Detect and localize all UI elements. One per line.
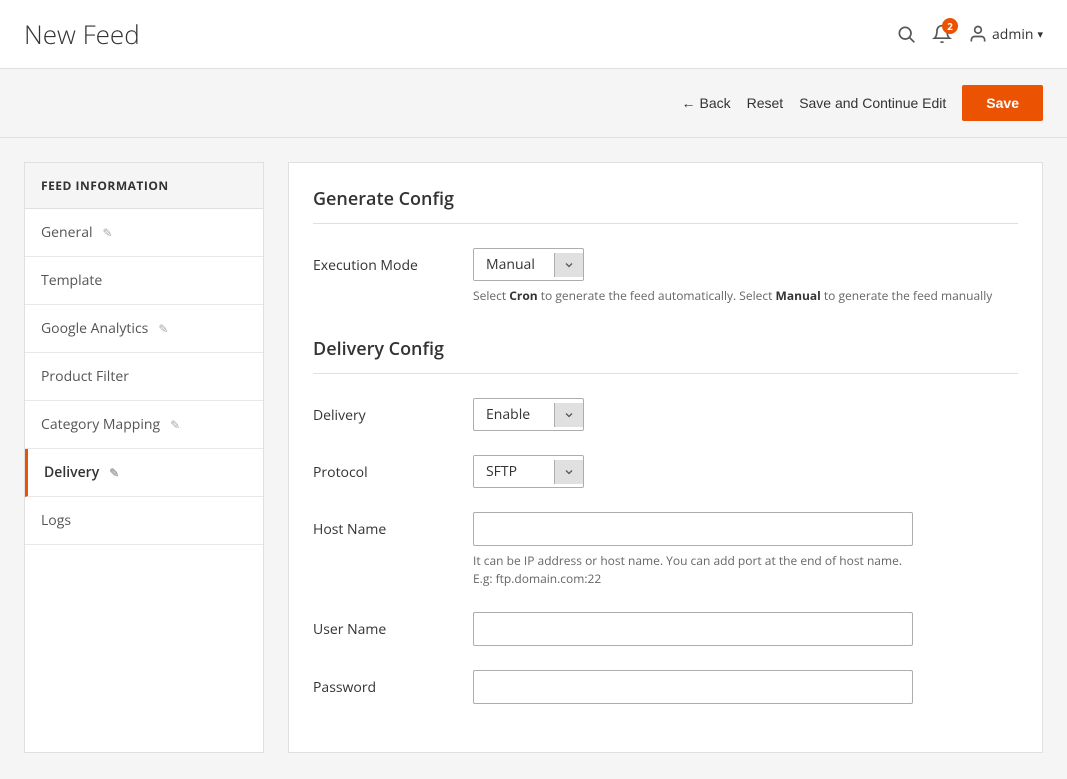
password-input[interactable] bbox=[473, 670, 913, 704]
sidebar-item-logs-label: Logs bbox=[41, 511, 71, 530]
sidebar-item-delivery-label: Delivery bbox=[44, 463, 99, 482]
sidebar-item-product-filter-label: Product Filter bbox=[41, 367, 129, 386]
save-continue-button[interactable]: Save and Continue Edit bbox=[799, 95, 946, 111]
host-name-input[interactable] bbox=[473, 512, 913, 546]
sidebar-item-google-analytics[interactable]: Google Analytics ✎ bbox=[25, 305, 263, 353]
delivery-value: Enable bbox=[474, 399, 554, 430]
generate-config-title: Generate Config bbox=[313, 187, 1018, 211]
generate-config-divider bbox=[313, 223, 1018, 224]
sidebar-item-product-filter[interactable]: Product Filter bbox=[25, 353, 263, 401]
edit-icon-general: ✎ bbox=[103, 224, 113, 241]
user-name-row: User Name bbox=[313, 612, 1018, 646]
host-name-hint: It can be IP address or host name. You c… bbox=[473, 552, 1018, 588]
delivery-control: Enable bbox=[473, 398, 1018, 431]
delivery-row: Delivery Enable bbox=[313, 398, 1018, 431]
sidebar-item-logs[interactable]: Logs bbox=[25, 497, 263, 545]
sidebar-item-general-label: General bbox=[41, 223, 93, 242]
protocol-control: SFTP bbox=[473, 455, 1018, 488]
execution-mode-hint: Select Cron to generate the feed automat… bbox=[473, 287, 1018, 305]
delivery-arrow[interactable] bbox=[554, 403, 583, 427]
sidebar-item-general[interactable]: General ✎ bbox=[25, 209, 263, 257]
sidebar: FEED INFORMATION General ✎ Template Goog… bbox=[24, 162, 264, 753]
back-button[interactable]: ← Back bbox=[681, 95, 730, 111]
back-label: Back bbox=[699, 95, 730, 111]
execution-mode-label: Execution Mode bbox=[313, 248, 473, 275]
delivery-config-title: Delivery Config bbox=[313, 337, 1018, 361]
edit-icon-category-mapping: ✎ bbox=[170, 416, 180, 433]
delivery-label: Delivery bbox=[313, 398, 473, 425]
protocol-row: Protocol SFTP bbox=[313, 455, 1018, 488]
reset-button[interactable]: Reset bbox=[747, 95, 784, 111]
sidebar-item-category-mapping-label: Category Mapping bbox=[41, 415, 160, 434]
host-name-label: Host Name bbox=[313, 512, 473, 539]
user-name-label: User Name bbox=[313, 612, 473, 639]
protocol-select[interactable]: SFTP bbox=[473, 455, 584, 488]
chevron-down-icon-3 bbox=[563, 466, 575, 478]
admin-user-menu[interactable]: admin ▾ bbox=[968, 24, 1043, 44]
cron-hint-text: Cron bbox=[509, 287, 537, 304]
protocol-arrow[interactable] bbox=[554, 460, 583, 484]
sidebar-item-template-label: Template bbox=[41, 271, 102, 290]
admin-label: admin bbox=[992, 25, 1033, 44]
delivery-config-divider bbox=[313, 373, 1018, 374]
user-name-input[interactable] bbox=[473, 612, 913, 646]
execution-mode-arrow[interactable] bbox=[554, 253, 583, 277]
search-icon bbox=[896, 24, 916, 44]
protocol-label: Protocol bbox=[313, 455, 473, 482]
execution-mode-control: Manual Select Cron to generate the feed … bbox=[473, 248, 1018, 305]
sidebar-section-title: FEED INFORMATION bbox=[25, 163, 263, 209]
save-label: Save bbox=[986, 95, 1019, 111]
save-continue-label: Save and Continue Edit bbox=[799, 95, 946, 111]
sidebar-item-delivery[interactable]: Delivery ✎ bbox=[25, 449, 263, 497]
execution-mode-row: Execution Mode Manual Select Cron to gen… bbox=[313, 248, 1018, 305]
edit-icon-google-analytics: ✎ bbox=[158, 320, 168, 337]
password-row: Password bbox=[313, 670, 1018, 704]
user-name-control bbox=[473, 612, 1018, 646]
password-control bbox=[473, 670, 1018, 704]
manual-hint-text: Manual bbox=[776, 287, 821, 304]
chevron-down-icon-2 bbox=[563, 409, 575, 421]
search-button[interactable] bbox=[896, 24, 916, 44]
toolbar: ← Back Reset Save and Continue Edit Save bbox=[0, 69, 1067, 138]
protocol-value: SFTP bbox=[474, 456, 554, 487]
page-header: New Feed 2 admin ▾ bbox=[0, 0, 1067, 69]
save-button[interactable]: Save bbox=[962, 85, 1043, 121]
chevron-down-icon bbox=[563, 259, 575, 271]
host-name-row: Host Name It can be IP address or host n… bbox=[313, 512, 1018, 588]
execution-mode-select[interactable]: Manual bbox=[473, 248, 584, 281]
sidebar-item-template[interactable]: Template bbox=[25, 257, 263, 305]
password-label: Password bbox=[313, 670, 473, 697]
main-content: FEED INFORMATION General ✎ Template Goog… bbox=[0, 138, 1067, 777]
delivery-config-section: Delivery Config Delivery Enable bbox=[313, 337, 1018, 704]
execution-mode-value: Manual bbox=[474, 249, 554, 280]
sidebar-item-category-mapping[interactable]: Category Mapping ✎ bbox=[25, 401, 263, 449]
user-icon bbox=[968, 24, 988, 44]
back-arrow-icon: ← bbox=[681, 95, 695, 111]
reset-label: Reset bbox=[747, 95, 784, 111]
notification-wrap[interactable]: 2 bbox=[932, 24, 952, 44]
edit-icon-delivery: ✎ bbox=[109, 464, 119, 481]
header-actions: 2 admin ▾ bbox=[896, 24, 1043, 44]
content-area: Generate Config Execution Mode Manual bbox=[288, 162, 1043, 753]
generate-config-section: Generate Config Execution Mode Manual bbox=[313, 187, 1018, 305]
sidebar-item-google-analytics-label: Google Analytics bbox=[41, 319, 148, 338]
page-title: New Feed bbox=[24, 16, 140, 52]
admin-dropdown-icon: ▾ bbox=[1037, 27, 1043, 42]
host-name-control: It can be IP address or host name. You c… bbox=[473, 512, 1018, 588]
delivery-select[interactable]: Enable bbox=[473, 398, 584, 431]
notification-badge: 2 bbox=[942, 18, 958, 34]
host-example-text: ftp.domain.com:22 bbox=[496, 570, 602, 587]
